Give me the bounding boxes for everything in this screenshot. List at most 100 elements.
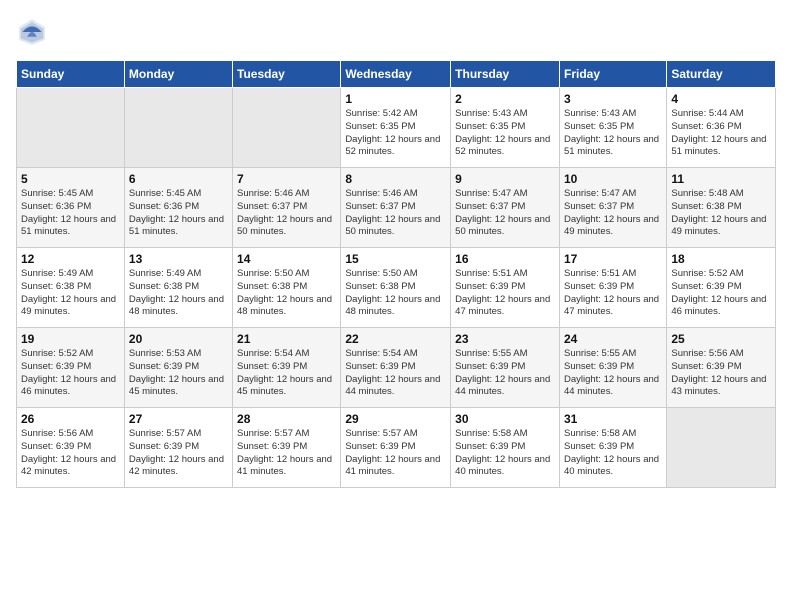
day-info: Sunrise: 5:50 AMSunset: 6:38 PMDaylight:… — [237, 268, 336, 319]
day-info: Sunrise: 5:46 AMSunset: 6:37 PMDaylight:… — [237, 188, 336, 239]
day-info: Sunrise: 5:45 AMSunset: 6:36 PMDaylight:… — [21, 188, 120, 239]
day-cell: 10 Sunrise: 5:47 AMSunset: 6:37 PMDayligh… — [559, 168, 666, 248]
day-info: Sunrise: 5:46 AMSunset: 6:37 PMDaylight:… — [345, 188, 446, 239]
day-cell: 15Sunrise: 5:50 AMSunset: 6:38 PMDayligh… — [341, 248, 451, 328]
day-number: 11 — [671, 172, 771, 186]
day-info: Sunrise: 5:56 AMSunset: 6:39 PMDaylight:… — [671, 348, 771, 399]
day-number: 24 — [564, 332, 662, 346]
day-cell: 16 Sunrise: 5:51 AMSunset: 6:39 PMDayligh… — [451, 248, 560, 328]
day-cell: 1 Sunrise: 5:42 AMSunset: 6:35 PMDaylight… — [341, 88, 451, 168]
day-info: Sunrise: 5:42 AMSunset: 6:35 PMDaylight:… — [345, 108, 446, 159]
day-cell: 18 Sunrise: 5:52 AMSunset: 6:39 PMDayligh… — [667, 248, 776, 328]
weekday-header-wednesday: Wednesday — [341, 61, 451, 88]
weekday-header-tuesday: Tuesday — [233, 61, 341, 88]
day-number: 1 — [345, 92, 446, 106]
day-cell: 7 Sunrise: 5:46 AMSunset: 6:37 PMDaylight… — [233, 168, 341, 248]
day-info: Sunrise: 5:47 AMSunset: 6:37 PMDaylight:… — [455, 188, 555, 239]
day-cell: 17Sunrise: 5:51 AMSunset: 6:39 PMDayligh… — [559, 248, 666, 328]
day-cell: 30 Sunrise: 5:58 AMSunset: 6:39 PMDayligh… — [451, 408, 560, 488]
day-cell: 28 Sunrise: 5:57 AMSunset: 6:39 PMDayligh… — [233, 408, 341, 488]
day-cell: 31 Sunrise: 5:58 AMSunset: 6:39 PMDayligh… — [559, 408, 666, 488]
day-number: 14 — [237, 252, 336, 266]
day-info: Sunrise: 5:54 AMSunset: 6:39 PMDaylight:… — [345, 348, 446, 399]
week-row-2: 5 Sunrise: 5:45 AMSunset: 6:36 PMDaylight… — [17, 168, 776, 248]
day-cell — [233, 88, 341, 168]
day-number: 31 — [564, 412, 662, 426]
day-number: 9 — [455, 172, 555, 186]
calendar-table: SundayMondayTuesdayWednesdayThursdayFrid… — [16, 60, 776, 488]
day-info: Sunrise: 5:44 AMSunset: 6:36 PMDaylight:… — [671, 108, 771, 159]
weekday-header-sunday: Sunday — [17, 61, 125, 88]
day-cell: 5 Sunrise: 5:45 AMSunset: 6:36 PMDaylight… — [17, 168, 125, 248]
day-number: 30 — [455, 412, 555, 426]
day-cell: 9 Sunrise: 5:47 AMSunset: 6:37 PMDaylight… — [451, 168, 560, 248]
day-number: 25 — [671, 332, 771, 346]
day-info: Sunrise: 5:52 AMSunset: 6:39 PMDaylight:… — [21, 348, 120, 399]
day-cell: 23 Sunrise: 5:55 AMSunset: 6:39 PMDayligh… — [451, 328, 560, 408]
day-info: Sunrise: 5:58 AMSunset: 6:39 PMDaylight:… — [455, 428, 555, 479]
day-cell: 2Sunrise: 5:43 AMSunset: 6:35 PMDaylight… — [451, 88, 560, 168]
day-info: Sunrise: 5:54 AMSunset: 6:39 PMDaylight:… — [237, 348, 336, 399]
logo-icon — [16, 16, 48, 48]
day-number: 5 — [21, 172, 120, 186]
day-cell: 20 Sunrise: 5:53 AMSunset: 6:39 PMDayligh… — [124, 328, 232, 408]
day-number: 3 — [564, 92, 662, 106]
weekday-header-saturday: Saturday — [667, 61, 776, 88]
day-cell: 12 Sunrise: 5:49 AMSunset: 6:38 PMDayligh… — [17, 248, 125, 328]
day-info: Sunrise: 5:53 AMSunset: 6:39 PMDaylight:… — [129, 348, 228, 399]
day-number: 15 — [345, 252, 446, 266]
day-info: Sunrise: 5:52 AMSunset: 6:39 PMDaylight:… — [671, 268, 771, 319]
day-info: Sunrise: 5:58 AMSunset: 6:39 PMDaylight:… — [564, 428, 662, 479]
day-number: 7 — [237, 172, 336, 186]
day-number: 19 — [21, 332, 120, 346]
day-number: 20 — [129, 332, 228, 346]
week-row-5: 26Sunrise: 5:56 AMSunset: 6:39 PMDayligh… — [17, 408, 776, 488]
day-cell: 24 Sunrise: 5:55 AMSunset: 6:39 PMDayligh… — [559, 328, 666, 408]
day-number: 22 — [345, 332, 446, 346]
day-cell: 6 Sunrise: 5:45 AMSunset: 6:36 PMDaylight… — [124, 168, 232, 248]
day-cell — [124, 88, 232, 168]
day-cell — [17, 88, 125, 168]
day-cell: 13Sunrise: 5:49 AMSunset: 6:38 PMDayligh… — [124, 248, 232, 328]
day-info: Sunrise: 5:49 AMSunset: 6:38 PMDaylight:… — [129, 268, 228, 319]
day-cell: 22 Sunrise: 5:54 AMSunset: 6:39 PMDayligh… — [341, 328, 451, 408]
week-row-4: 19 Sunrise: 5:52 AMSunset: 6:39 PMDayligh… — [17, 328, 776, 408]
day-info: Sunrise: 5:57 AMSunset: 6:39 PMDaylight:… — [345, 428, 446, 479]
day-info: Sunrise: 5:49 AMSunset: 6:38 PMDaylight:… — [21, 268, 120, 319]
day-number: 10 — [564, 172, 662, 186]
day-number: 21 — [237, 332, 336, 346]
week-row-1: 1 Sunrise: 5:42 AMSunset: 6:35 PMDaylight… — [17, 88, 776, 168]
day-info: Sunrise: 5:43 AMSunset: 6:35 PMDaylight:… — [564, 108, 662, 159]
day-number: 26 — [21, 412, 120, 426]
day-info: Sunrise: 5:51 AMSunset: 6:39 PMDaylight:… — [564, 268, 662, 319]
day-info: Sunrise: 5:55 AMSunset: 6:39 PMDaylight:… — [564, 348, 662, 399]
day-cell: 25 Sunrise: 5:56 AMSunset: 6:39 PMDayligh… — [667, 328, 776, 408]
day-info: Sunrise: 5:57 AMSunset: 6:39 PMDaylight:… — [237, 428, 336, 479]
day-number: 16 — [455, 252, 555, 266]
day-cell: 8 Sunrise: 5:46 AMSunset: 6:37 PMDaylight… — [341, 168, 451, 248]
day-number: 18 — [671, 252, 771, 266]
day-info: Sunrise: 5:47 AMSunset: 6:37 PMDaylight:… — [564, 188, 662, 239]
day-number: 12 — [21, 252, 120, 266]
day-cell: 27Sunrise: 5:57 AMSunset: 6:39 PMDayligh… — [124, 408, 232, 488]
week-row-3: 12 Sunrise: 5:49 AMSunset: 6:38 PMDayligh… — [17, 248, 776, 328]
day-cell: 19 Sunrise: 5:52 AMSunset: 6:39 PMDayligh… — [17, 328, 125, 408]
day-info: Sunrise: 5:57 AMSunset: 6:39 PMDaylight:… — [129, 428, 228, 479]
day-info: Sunrise: 5:51 AMSunset: 6:39 PMDaylight:… — [455, 268, 555, 319]
day-cell: 4 Sunrise: 5:44 AMSunset: 6:36 PMDaylight… — [667, 88, 776, 168]
day-info: Sunrise: 5:45 AMSunset: 6:36 PMDaylight:… — [129, 188, 228, 239]
day-number: 4 — [671, 92, 771, 106]
logo — [16, 16, 52, 48]
day-number: 8 — [345, 172, 446, 186]
day-cell: 14 Sunrise: 5:50 AMSunset: 6:38 PMDayligh… — [233, 248, 341, 328]
day-info: Sunrise: 5:55 AMSunset: 6:39 PMDaylight:… — [455, 348, 555, 399]
day-cell: 26Sunrise: 5:56 AMSunset: 6:39 PMDayligh… — [17, 408, 125, 488]
day-number: 23 — [455, 332, 555, 346]
day-number: 6 — [129, 172, 228, 186]
day-number: 28 — [237, 412, 336, 426]
weekday-header-monday: Monday — [124, 61, 232, 88]
weekday-header-thursday: Thursday — [451, 61, 560, 88]
day-info: Sunrise: 5:48 AMSunset: 6:38 PMDaylight:… — [671, 188, 771, 239]
day-number: 2 — [455, 92, 555, 106]
day-cell — [667, 408, 776, 488]
